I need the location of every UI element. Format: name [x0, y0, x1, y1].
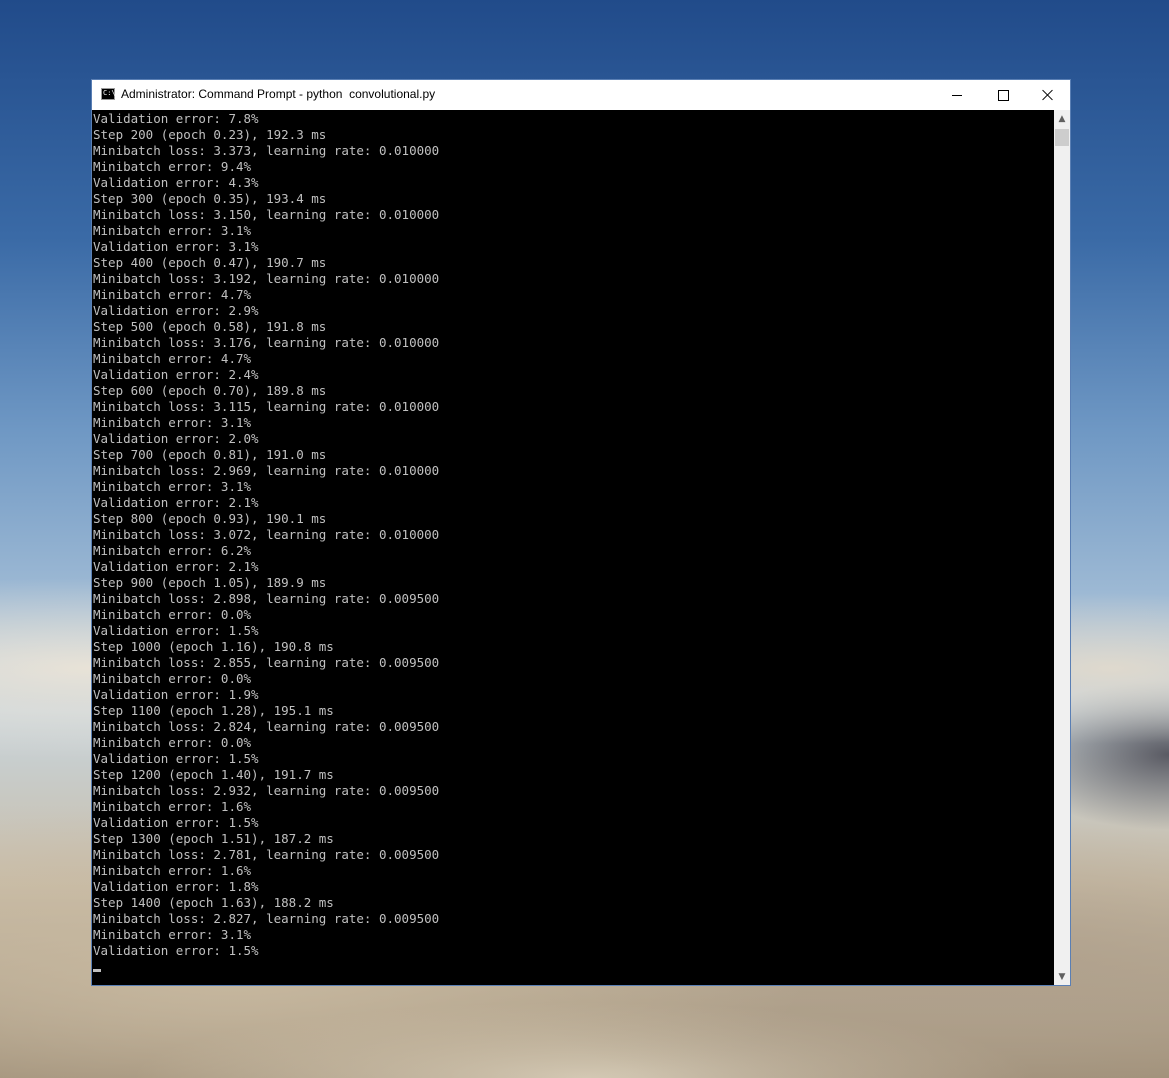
console-line: Step 300 (epoch 0.35), 193.4 ms [93, 191, 327, 206]
title-bar[interactable]: C:\ Administrator: Command Prompt - pyth… [92, 80, 1070, 110]
console-line: Minibatch error: 3.1% [93, 927, 252, 942]
console-text: Validation error: 7.8% Step 200 (epoch 0.… [92, 110, 1054, 975]
console-output[interactable]: Validation error: 7.8% Step 200 (epoch 0.… [92, 110, 1054, 985]
console-line: Validation error: 2.4% [93, 367, 259, 382]
command-prompt-icon-glyph: C:\ [103, 89, 116, 97]
console-line: Minibatch loss: 2.824, learning rate: 0.… [93, 719, 440, 734]
console-line: Validation error: 1.5% [93, 943, 259, 958]
console-line: Validation error: 1.5% [93, 623, 259, 638]
console-line: Minibatch error: 9.4% [93, 159, 252, 174]
console-line: Minibatch error: 4.7% [93, 287, 252, 302]
console-line: Minibatch error: 6.2% [93, 543, 252, 558]
console-line: Validation error: 1.5% [93, 815, 259, 830]
console-line: Validation error: 1.9% [93, 687, 259, 702]
console-line: Minibatch error: 3.1% [93, 479, 252, 494]
console-line: Minibatch loss: 2.827, learning rate: 0.… [93, 911, 440, 926]
console-line: Validation error: 1.5% [93, 751, 259, 766]
console-line: Minibatch loss: 2.898, learning rate: 0.… [93, 591, 440, 606]
console-line: Step 600 (epoch 0.70), 189.8 ms [93, 383, 327, 398]
console-line: Minibatch error: 1.6% [93, 799, 252, 814]
console-line: Minibatch loss: 3.115, learning rate: 0.… [93, 399, 440, 414]
command-prompt-window[interactable]: C:\ Administrator: Command Prompt - pyth… [91, 79, 1071, 986]
console-line: Minibatch loss: 3.072, learning rate: 0.… [93, 527, 440, 542]
console-line: Step 500 (epoch 0.58), 191.8 ms [93, 319, 327, 334]
console-line: Validation error: 3.1% [93, 239, 259, 254]
scroll-thumb[interactable] [1055, 129, 1069, 146]
console-line: Validation error: 2.1% [93, 495, 259, 510]
console-line: Validation error: 2.0% [93, 431, 259, 446]
console-line: Validation error: 7.8% [93, 111, 259, 126]
console-line: Validation error: 2.1% [93, 559, 259, 574]
console-line: Minibatch error: 3.1% [93, 223, 252, 238]
maximize-icon [997, 89, 1009, 101]
console-prompt-line[interactable] [93, 959, 1054, 975]
console-line: Minibatch loss: 2.781, learning rate: 0.… [93, 847, 440, 862]
console-line: Minibatch loss: 3.373, learning rate: 0.… [93, 143, 440, 158]
console-line: Step 1300 (epoch 1.51), 187.2 ms [93, 831, 334, 846]
console-line: Step 400 (epoch 0.47), 190.7 ms [93, 255, 327, 270]
console-line: Validation error: 2.9% [93, 303, 259, 318]
maximize-button[interactable] [980, 80, 1026, 110]
console-line: Minibatch error: 0.0% [93, 671, 252, 686]
console-line: Minibatch error: 4.7% [93, 351, 252, 366]
console-line: Minibatch loss: 3.192, learning rate: 0.… [93, 271, 440, 286]
console-line: Minibatch loss: 2.932, learning rate: 0.… [93, 783, 440, 798]
close-icon [1042, 89, 1054, 101]
vertical-scrollbar[interactable]: ▲ ▼ [1054, 110, 1070, 985]
console-line: Step 700 (epoch 0.81), 191.0 ms [93, 447, 327, 462]
console-line: Minibatch loss: 3.176, learning rate: 0.… [93, 335, 440, 350]
console-line: Step 1400 (epoch 1.63), 188.2 ms [93, 895, 334, 910]
console-line: Validation error: 4.3% [93, 175, 259, 190]
console-line: Step 1100 (epoch 1.28), 195.1 ms [93, 703, 334, 718]
console-line: Step 900 (epoch 1.05), 189.9 ms [93, 575, 327, 590]
console-line: Minibatch error: 0.0% [93, 735, 252, 750]
console-line: Minibatch loss: 2.855, learning rate: 0.… [93, 655, 440, 670]
console-line: Step 200 (epoch 0.23), 192.3 ms [93, 127, 327, 142]
console-line: Validation error: 1.8% [93, 879, 259, 894]
console-line: Minibatch loss: 3.150, learning rate: 0.… [93, 207, 440, 222]
console-line: Step 800 (epoch 0.93), 190.1 ms [93, 511, 327, 526]
console-line: Minibatch error: 1.6% [93, 863, 252, 878]
scroll-up-button[interactable]: ▲ [1054, 110, 1070, 127]
text-cursor [93, 969, 101, 972]
close-button[interactable] [1025, 80, 1071, 110]
console-line: Step 1200 (epoch 1.40), 191.7 ms [93, 767, 334, 782]
console-line: Minibatch loss: 2.969, learning rate: 0.… [93, 463, 440, 478]
command-prompt-icon[interactable]: C:\ [101, 88, 116, 100]
minimize-button[interactable] [934, 80, 980, 110]
chevron-down-icon: ▼ [1058, 971, 1066, 982]
scroll-down-button[interactable]: ▼ [1054, 968, 1070, 985]
minimize-icon [952, 94, 962, 96]
window-title: Administrator: Command Prompt - python c… [121, 87, 436, 101]
console-line: Minibatch error: 0.0% [93, 607, 252, 622]
console-line: Step 1000 (epoch 1.16), 190.8 ms [93, 639, 334, 654]
console-line: Minibatch error: 3.1% [93, 415, 252, 430]
chevron-up-icon: ▲ [1058, 113, 1066, 124]
